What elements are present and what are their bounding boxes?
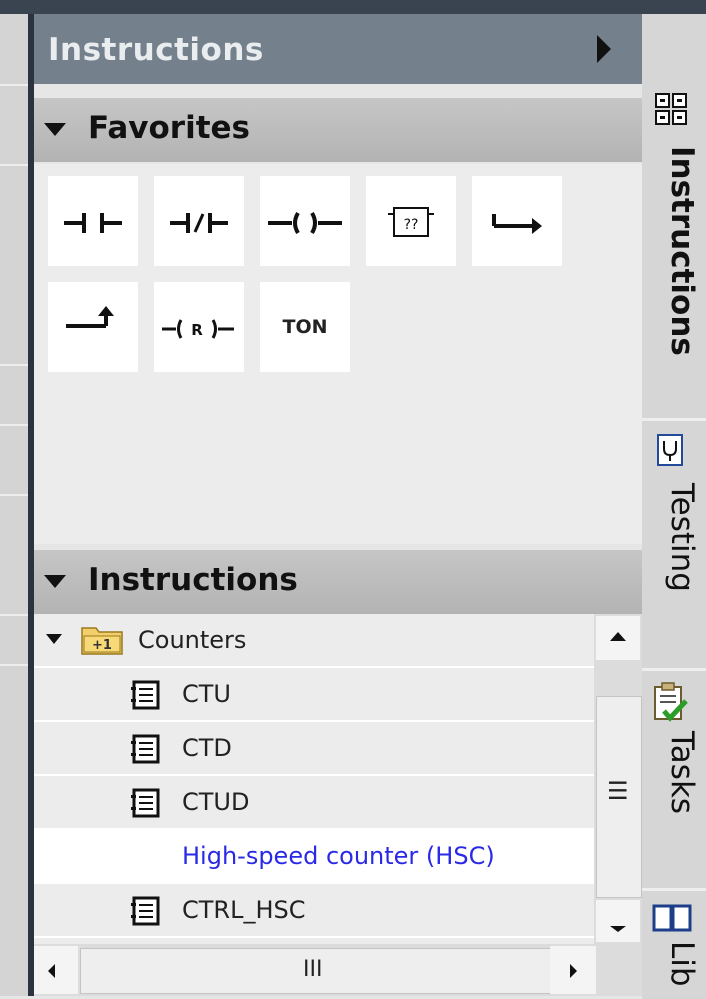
horizontal-scroll-thumb[interactable]: III [80,948,576,994]
tab-instructions[interactable]: Instructions [642,14,706,418]
instruction-tree: +1 Counters CTU CTD CTUD High-speed coun… [34,614,594,944]
testing-icon [657,434,683,466]
empty-box-label: ?? [404,217,419,233]
tree-item-high-speed-counter[interactable]: High-speed counter (HSC) [34,830,594,884]
vertical-scrollbar[interactable]: ☰ [594,614,642,944]
tree-item-ctu[interactable]: CTU [34,668,594,722]
collapse-triangle-icon [44,123,66,136]
grid-icon [655,93,687,125]
favorite-output-coil[interactable] [260,176,350,266]
instruction-block-icon [131,734,160,764]
normally-closed-contact-icon [170,213,228,233]
scroll-thumb[interactable]: ☰ [596,696,642,898]
horizontal-scrollbar[interactable]: III [34,944,642,996]
favorite-open-branch[interactable] [472,176,562,266]
scroll-left-arrow-icon [48,964,55,978]
reset-coil-icon: R [162,319,234,339]
favorites-label: Favorites [88,110,250,146]
favorite-close-branch[interactable] [48,282,138,372]
tab-tasks-label: Tasks [664,731,700,815]
favorite-normally-open-contact[interactable] [48,176,138,266]
scroll-down-arrow-icon [610,926,626,932]
tab-libraries[interactable]: Lib [642,888,706,999]
tasks-icon [654,682,688,722]
grip-icon: III [303,957,323,982]
favorite-ton-timer[interactable]: TON [260,282,350,372]
instructions-section-header[interactable]: Instructions [34,550,642,614]
scroll-left-button[interactable] [34,946,78,994]
counter-folder-icon: +1 [81,627,123,655]
favorite-empty-box[interactable]: ?? [366,176,456,266]
left-editor-strip [0,14,28,996]
normally-open-contact-icon [64,213,122,233]
tree-item-ctrl-hsc[interactable]: CTRL_HSC [34,884,594,938]
favorite-normally-closed-contact[interactable] [154,176,244,266]
folder-badge: +1 [92,638,112,653]
collapse-triangle-icon [44,575,66,588]
tab-instructions-label: Instructions [664,146,700,356]
instruction-block-icon [131,788,160,818]
tab-tasks[interactable]: Tasks [642,668,706,891]
favorites-section-header[interactable]: Favorites [34,98,642,162]
expand-triangle-icon[interactable] [46,634,62,644]
item-label: CTU [182,680,231,708]
favorite-reset-coil[interactable]: R [154,282,244,372]
collapse-panel-arrow-icon[interactable] [597,35,611,63]
empty-box-icon: ?? [388,207,434,237]
window-top-bar [0,0,706,14]
item-label: CTD [182,734,232,762]
reset-coil-label: R [191,321,203,339]
close-branch-icon [66,306,114,328]
scroll-right-arrow-icon [570,964,577,978]
open-branch-icon [492,214,542,234]
tab-testing[interactable]: Testing [642,418,706,671]
libraries-icon [652,904,692,932]
tree-item-ctud[interactable]: CTUD [34,776,594,830]
tree-item-ctd[interactable]: CTD [34,722,594,776]
instructions-panel-header: Instructions [34,14,642,84]
item-label: High-speed counter (HSC) [182,842,495,870]
scroll-right-button[interactable] [550,946,596,994]
scroll-down-button[interactable] [596,900,640,942]
tab-libraries-label: Lib [664,941,700,987]
instructions-section-label: Instructions [88,562,298,598]
ton-timer-label: TON [282,316,328,338]
output-coil-icon [268,211,342,235]
scrollbar-corner [596,946,642,994]
item-label: CTUD [182,788,250,816]
instruction-block-icon [131,680,160,710]
task-card-bar: Instructions Testing Tasks Lib [642,14,706,999]
folder-label: Counters [138,626,247,654]
tab-testing-label: Testing [664,483,700,592]
item-label: CTRL_HSC [182,896,306,924]
panel-title: Instructions [48,32,264,68]
grip-icon: ☰ [607,777,629,805]
instruction-block-icon [131,896,160,926]
scroll-up-arrow-icon [610,632,626,641]
scroll-up-button[interactable] [596,616,640,660]
tree-folder-counters[interactable]: +1 Counters [34,614,594,668]
